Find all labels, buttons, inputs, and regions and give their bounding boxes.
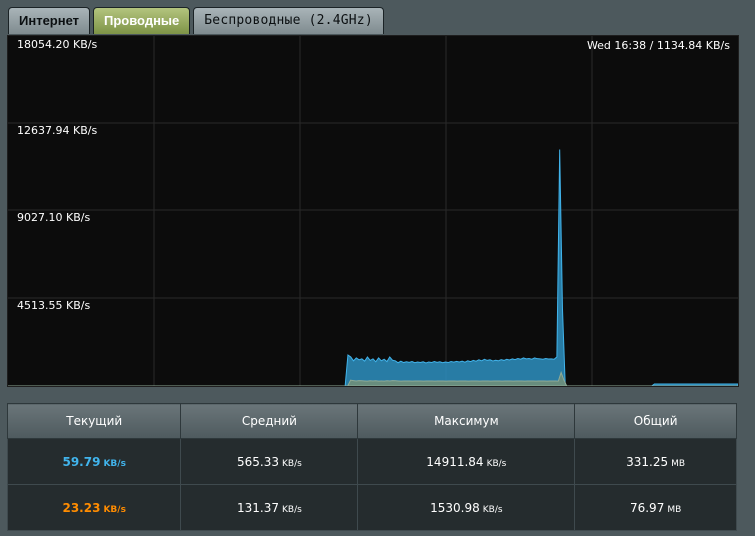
average-unit: KB/s [282, 458, 302, 469]
total-unit: MB [667, 504, 682, 515]
cell-average: 131.37 KB/s [180, 484, 359, 531]
tab-wired[interactable]: Проводные [93, 7, 191, 34]
total-value: 76.97 [629, 500, 665, 515]
maximum-value: 14911.84 [426, 454, 484, 469]
cell-maximum: 1530.98 KB/s [357, 484, 576, 531]
y-label-max: 18054.20 KB/s [17, 38, 98, 51]
tab-wireless-24ghz[interactable]: Беспроводные (2.4GHz) [193, 7, 384, 34]
tab-internet[interactable]: Интернет [8, 7, 91, 34]
chart-timestamp: Wed 16:38 / 1134.84 KB/s [586, 39, 730, 52]
average-value: 565.33 [237, 454, 280, 469]
average-unit: KB/s [282, 504, 302, 515]
current-unit: KB/s [103, 504, 126, 515]
table-row: 23.23 KB/s 131.37 KB/s 1530.98 KB/s 76.97 MB [6, 484, 737, 531]
maximum-unit: KB/s [482, 504, 503, 515]
stats-table: Текущий Средний Максимум Общий 59.79 KB/s… [6, 403, 737, 531]
y-label-3: 12637.94 KB/s [17, 124, 98, 137]
average-value: 131.37 [237, 500, 280, 515]
cell-maximum: 14911.84 KB/s [357, 438, 576, 485]
current-unit: KB/s [103, 458, 126, 469]
header-average: Средний [180, 403, 359, 439]
rx-series-area [8, 149, 738, 386]
total-unit: MB [671, 458, 686, 469]
stats-header-row: Текущий Средний Максимум Общий [6, 403, 737, 439]
header-maximum: Максимум [357, 403, 576, 439]
cell-current: 23.23 KB/s [6, 484, 182, 531]
total-value: 331.25 [626, 454, 669, 469]
maximum-unit: KB/s [486, 458, 507, 469]
cell-total: 331.25 MB [574, 438, 737, 485]
header-total: Общий [574, 403, 737, 439]
cell-total: 76.97 MB [574, 484, 737, 531]
header-current: Текущий [6, 403, 182, 439]
current-value: 59.79 [62, 454, 101, 469]
traffic-chart-svg [8, 36, 738, 386]
cell-average: 565.33 KB/s [180, 438, 359, 485]
table-row: 59.79 KB/s 565.33 KB/s 14911.84 KB/s 331.25… [6, 438, 737, 485]
maximum-value: 1530.98 [430, 500, 480, 515]
y-label-1: 4513.55 KB/s [17, 299, 91, 312]
y-label-2: 9027.10 KB/s [17, 211, 91, 224]
tab-bar: Интернет Проводные Беспроводные (2.4GHz) [8, 7, 384, 35]
traffic-chart: 18054.20 KB/s 12637.94 KB/s 9027.10 KB/s… [7, 35, 739, 387]
current-value: 23.23 [62, 500, 101, 515]
cell-current: 59.79 KB/s [6, 438, 182, 485]
